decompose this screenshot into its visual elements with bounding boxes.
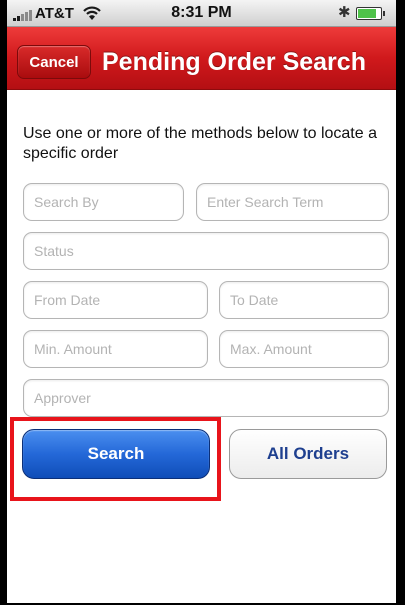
- screen: AT&T 8:31 PM ✱ Cancel Pending Order Sear…: [7, 0, 396, 603]
- status-bar: AT&T 8:31 PM ✱: [7, 0, 396, 27]
- from-date-input[interactable]: [34, 282, 203, 318]
- to-date-field[interactable]: [219, 281, 389, 319]
- search-button[interactable]: Search: [22, 429, 210, 479]
- max-amount-input[interactable]: [230, 331, 384, 367]
- cancel-button[interactable]: Cancel: [17, 45, 91, 79]
- max-amount-field[interactable]: [219, 330, 389, 368]
- search-term-input[interactable]: [207, 184, 384, 220]
- min-amount-field[interactable]: [23, 330, 208, 368]
- approver-input[interactable]: [34, 380, 384, 416]
- page-title: Pending Order Search: [102, 48, 366, 76]
- from-date-field[interactable]: [23, 281, 208, 319]
- all-orders-button[interactable]: All Orders: [229, 429, 387, 479]
- search-term-field[interactable]: [196, 183, 389, 221]
- to-date-input[interactable]: [230, 282, 384, 318]
- min-amount-input[interactable]: [34, 331, 203, 367]
- phone-frame: AT&T 8:31 PM ✱ Cancel Pending Order Sear…: [0, 0, 405, 605]
- approver-field[interactable]: [23, 379, 389, 417]
- search-by-field[interactable]: [23, 183, 184, 221]
- navigation-bar: Cancel Pending Order Search: [7, 27, 396, 90]
- search-by-input[interactable]: [34, 184, 179, 220]
- status-field[interactable]: [23, 232, 389, 270]
- status-input[interactable]: [34, 233, 384, 269]
- instructions-text: Use one or more of the methods below to …: [23, 125, 377, 162]
- bluetooth-icon: ✱: [338, 4, 351, 21]
- battery-icon: [356, 7, 385, 20]
